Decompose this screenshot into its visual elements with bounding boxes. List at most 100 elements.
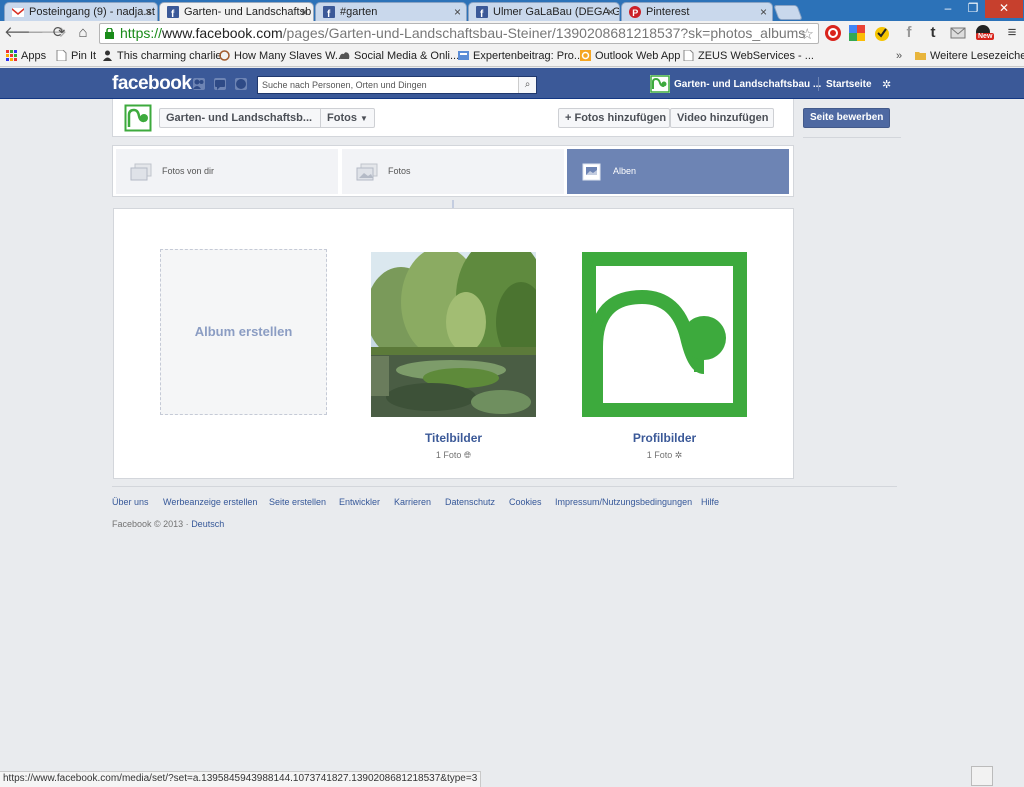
album-title-titelbilder[interactable]: Titelbilder xyxy=(371,431,536,445)
back-arrow-icon[interactable]: 🡐 xyxy=(4,24,44,42)
tab-label: Pinterest xyxy=(646,6,690,18)
add-video-button[interactable]: Video hinzufügen xyxy=(670,108,774,128)
facebook-search-input[interactable]: Suche nach Personen, Orten und Dingen ⌕ xyxy=(257,76,537,94)
page-name-link[interactable]: Garten- und Landschaftsb... xyxy=(166,112,312,124)
friend-requests-icon[interactable] xyxy=(193,78,205,90)
album-title-profilbilder[interactable]: Profilbilder xyxy=(582,431,747,445)
address-bar[interactable]: https://www.facebook.com/pages/Garten-un… xyxy=(99,23,819,44)
bookmark-star-icon[interactable]: ☆ xyxy=(801,25,814,43)
page-icon xyxy=(683,50,694,61)
person-icon xyxy=(103,50,112,61)
reload-icon[interactable]: ⟳ xyxy=(50,24,68,42)
language-link[interactable]: Deutsch xyxy=(191,519,224,529)
page-switcher-link[interactable]: Garten- und Landschaftsbau ... xyxy=(674,79,821,90)
filter-tab-photos-of-you[interactable]: Fotos von dir xyxy=(116,149,338,194)
browser-toolbar: 🡐 🡒 ⟳ ⌂ https://www.facebook.com/pages/G… xyxy=(0,21,1024,46)
search-placeholder: Suche nach Personen, Orten und Dingen xyxy=(262,80,427,90)
tab-close-icon[interactable]: × xyxy=(301,5,308,19)
tab-close-icon[interactable]: × xyxy=(760,5,767,19)
footer-link-developers[interactable]: Entwickler xyxy=(339,497,380,507)
photos-dropdown[interactable]: Fotos ▼ xyxy=(320,109,368,127)
filter-tab-albums[interactable]: Alben xyxy=(567,149,789,194)
bookmark-how-many-slaves[interactable]: How Many Slaves W... xyxy=(219,50,344,62)
norton-icon[interactable] xyxy=(873,24,891,42)
promote-page-button[interactable]: Seite bewerben xyxy=(803,108,891,128)
notifications-globe-icon[interactable] xyxy=(235,78,247,90)
footer-link-cookies[interactable]: Cookies xyxy=(509,497,542,507)
forward-arrow-icon[interactable]: 🡒 xyxy=(27,24,67,42)
search-icon[interactable]: ⌕ xyxy=(518,77,536,93)
facebook-logo[interactable]: facebook xyxy=(112,73,192,95)
tab-close-icon[interactable]: × xyxy=(454,5,461,19)
menu-icon[interactable]: ≡ xyxy=(1003,24,1021,42)
bookmark-charming-charlie[interactable]: This charming charlie xyxy=(102,50,222,62)
browser-tab-strip: Posteingang (9) - nadja.st × f Garten- u… xyxy=(0,0,1024,21)
page-logo-avatar[interactable] xyxy=(124,104,152,132)
album-cover-titelbilder[interactable] xyxy=(371,252,536,417)
page-avatar-small[interactable] xyxy=(650,75,670,93)
tab-gmail[interactable]: Posteingang (9) - nadja.st × xyxy=(4,2,158,21)
photos-dropdown-label: Fotos xyxy=(327,112,357,124)
facebook-extension-icon[interactable]: f xyxy=(900,24,918,42)
messages-icon[interactable] xyxy=(214,78,226,90)
filter-tab-label: Fotos von dir xyxy=(162,166,215,176)
add-photos-button[interactable]: + Fotos hinzufügen xyxy=(558,108,670,128)
mail-checker-icon[interactable] xyxy=(950,24,968,42)
google-extension-icon[interactable] xyxy=(848,24,866,42)
bookmarks-overflow-chevron[interactable]: » xyxy=(896,50,902,62)
outlook-icon xyxy=(580,50,591,61)
circle-icon xyxy=(219,50,230,61)
url-host: www.facebook.com xyxy=(162,25,283,41)
new-tab-button[interactable] xyxy=(773,5,803,20)
bookmark-label: Weitere Lesezeichen xyxy=(930,50,1024,62)
facebook-icon: f xyxy=(323,6,335,18)
footer-link-create-ad[interactable]: Werbeanzeige erstellen xyxy=(163,497,257,507)
footer-link-about[interactable]: Über uns xyxy=(112,497,149,507)
footer-link-create-page[interactable]: Seite erstellen xyxy=(269,497,326,507)
album-count: 1 Foto 🌐︎ xyxy=(371,450,536,461)
bookmark-outlook[interactable]: Outlook Web App xyxy=(580,50,680,62)
tab-ulmer-galabau[interactable]: f Ulmer GaLaBau (DEGA GA × xyxy=(468,2,620,21)
tumblr-icon[interactable]: t xyxy=(924,24,942,42)
create-album-button[interactable]: Album erstellen xyxy=(160,249,327,415)
bookmark-label: Pin It xyxy=(71,50,97,62)
bookmark-apps[interactable]: Apps xyxy=(6,50,46,62)
filter-tab-label: Fotos xyxy=(388,166,411,176)
bookmark-pin-it[interactable]: Pin It xyxy=(56,50,96,62)
tab-label: Posteingang (9) - nadja.st xyxy=(29,6,155,18)
copyright-label: Facebook © 2013 · xyxy=(112,519,192,529)
adblock-icon[interactable] xyxy=(824,24,842,42)
window-resize-icon[interactable] xyxy=(971,766,993,786)
filter-tab-photos[interactable]: Fotos xyxy=(342,149,564,194)
maximize-button[interactable]: ❐ xyxy=(962,0,984,18)
other-bookmarks[interactable]: Weitere Lesezeichen xyxy=(915,50,1024,62)
page-breadcrumb[interactable]: Garten- und Landschaftsb... Fotos ▼ xyxy=(159,108,375,128)
close-window-button[interactable]: ✕ xyxy=(985,0,1023,18)
tab-pinterest[interactable]: P Pinterest × xyxy=(621,2,773,21)
tab-close-icon[interactable]: × xyxy=(145,5,152,19)
album-cover-profilbilder[interactable] xyxy=(582,252,747,417)
home-icon[interactable]: ⌂ xyxy=(74,24,92,42)
tab-label: Ulmer GaLaBau (DEGA GA xyxy=(493,6,620,18)
tab-facebook-page[interactable]: f Garten- und Landschaftsb × xyxy=(159,2,314,21)
footer-link-privacy[interactable]: Datenschutz xyxy=(445,497,495,507)
new-badge-extension-icon[interactable]: New xyxy=(974,24,995,42)
bookmark-social-media[interactable]: Social Media & Onli... xyxy=(339,50,459,62)
footer-link-careers[interactable]: Karrieren xyxy=(394,497,431,507)
minimize-button[interactable]: – xyxy=(937,0,959,18)
settings-gear-icon[interactable]: ✲ xyxy=(882,78,891,91)
apps-grid-icon xyxy=(6,50,17,61)
tab-close-icon[interactable]: × xyxy=(607,5,614,19)
home-link[interactable]: Startseite xyxy=(826,79,872,90)
photo-stack-icon xyxy=(356,163,378,181)
bookmark-zeus[interactable]: ZEUS WebServices - ... xyxy=(683,50,814,62)
tab-garten[interactable]: f #garten × xyxy=(315,2,467,21)
facebook-icon: f xyxy=(476,6,488,18)
footer-link-terms[interactable]: Impressum/Nutzungsbedingungen xyxy=(555,497,692,507)
album-photo-count: 1 Foto xyxy=(646,450,673,460)
extension-new-badge: New xyxy=(976,33,995,40)
right-column-divider xyxy=(803,137,901,138)
cloud-icon xyxy=(339,52,350,59)
footer-link-help[interactable]: Hilfe xyxy=(701,497,719,507)
bookmark-expertenbeitrag[interactable]: Expertenbeitrag: Pro... xyxy=(458,50,583,62)
